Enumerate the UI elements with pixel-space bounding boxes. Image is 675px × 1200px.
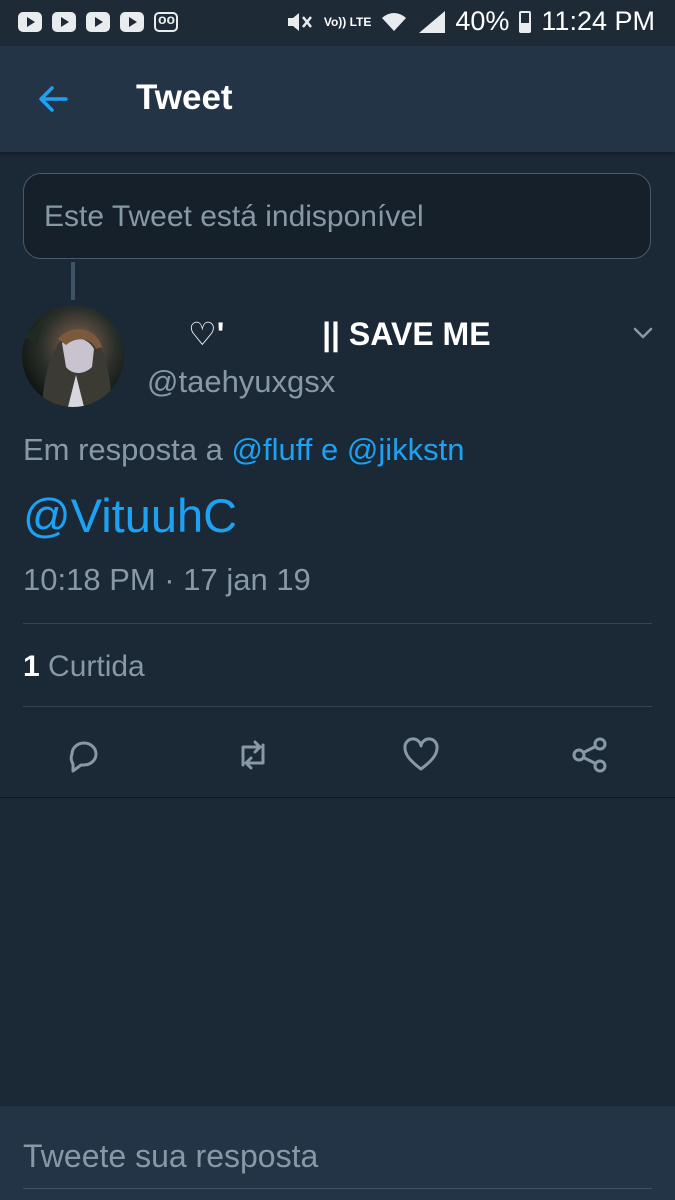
youtube-icon <box>120 12 144 32</box>
chevron-down-icon[interactable] <box>632 322 654 344</box>
mention-link-jikkstn[interactable]: @jikkstn <box>347 432 465 467</box>
volte-indicator: Vo)) LTE <box>323 14 372 29</box>
reply-composer[interactable]: Tweete sua resposta <box>0 1106 675 1200</box>
tweet-actions <box>0 725 675 785</box>
page-title: Tweet <box>136 78 233 117</box>
app-bar: Tweet <box>0 46 675 152</box>
display-name[interactable]: ♡' || SAVE ME <box>188 315 491 353</box>
battery-percent: 40% <box>455 6 510 36</box>
user-handle[interactable]: @taehyuxgsx <box>147 364 335 400</box>
youtube-icon <box>52 12 76 32</box>
reply-icon[interactable] <box>64 735 104 775</box>
share-icon[interactable] <box>570 735 610 775</box>
section-divider <box>0 797 675 798</box>
like-count-label: Curtida <box>48 650 145 683</box>
wifi-icon <box>382 12 407 31</box>
replying-to: Em resposta a @fluff e @jikkstn <box>23 432 465 468</box>
divider <box>23 623 652 624</box>
unavailable-tweet-text: Este Tweet está indisponível <box>44 200 424 233</box>
mention-link-fluff[interactable]: @fluff <box>232 432 313 467</box>
unavailable-tweet-card: Este Tweet está indisponível <box>23 173 651 259</box>
likes-count[interactable]: 1 Curtida <box>23 650 145 684</box>
battery-icon <box>519 10 532 33</box>
mute-icon <box>287 12 312 31</box>
back-arrow-icon[interactable] <box>36 82 70 116</box>
voicemail-icon <box>154 11 178 32</box>
replying-prefix: Em resposta a <box>23 432 223 467</box>
reply-input-underline <box>23 1188 652 1189</box>
avatar-image <box>22 325 112 407</box>
like-count-number: 1 <box>23 650 40 683</box>
tweet-text-mention[interactable]: @VituuhC <box>23 488 237 543</box>
reply-input-placeholder[interactable]: Tweete sua resposta <box>23 1138 318 1175</box>
youtube-icon <box>18 12 42 32</box>
tweet-timestamp: 10:18 PM · 17 jan 19 <box>23 562 311 597</box>
clock: 11:24 PM <box>541 6 655 36</box>
avatar[interactable] <box>22 305 124 407</box>
replying-joiner: e <box>321 432 339 467</box>
heart-icon[interactable] <box>401 735 441 775</box>
status-bar: Vo)) LTE 40% 11:24 PM <box>0 0 675 46</box>
divider <box>23 706 652 707</box>
retweet-icon[interactable] <box>233 735 273 775</box>
thread-line <box>71 262 75 300</box>
youtube-icon <box>86 12 110 32</box>
signal-icon <box>417 10 446 33</box>
